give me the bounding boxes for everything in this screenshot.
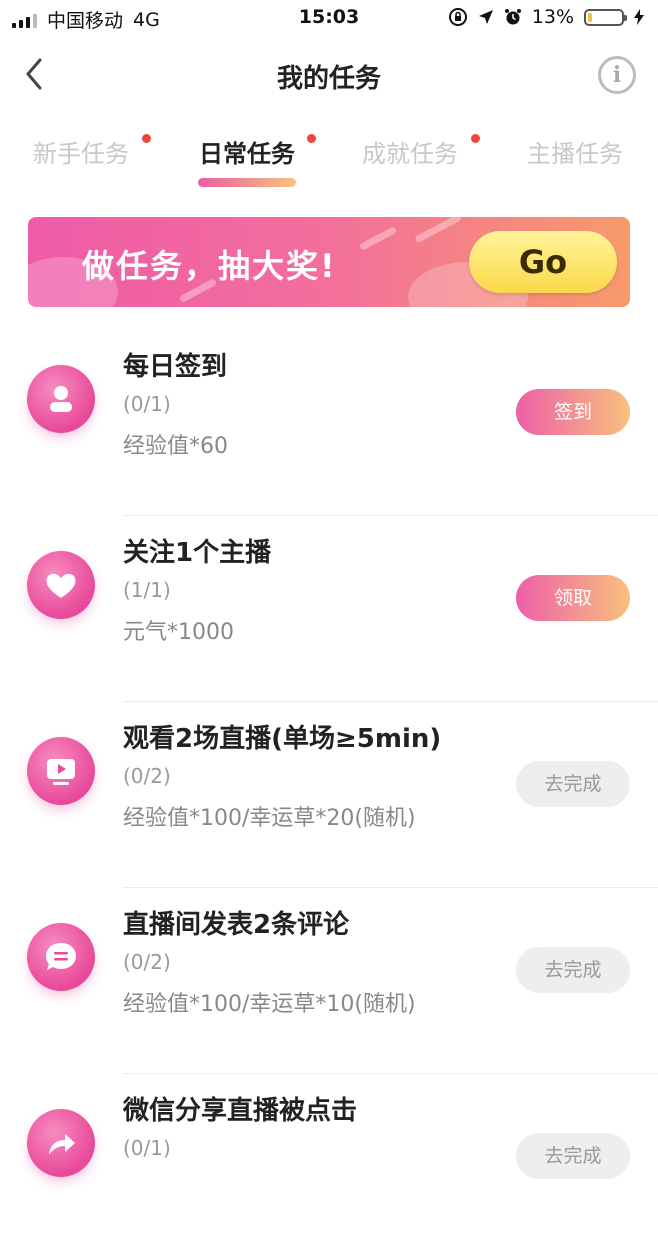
status-bar: 中国移动 4G 15:03 13% [0, 0, 658, 36]
claim-button[interactable]: 领取 [516, 575, 630, 621]
task-reward: 经验值*100/幸运草*10(随机) [123, 992, 416, 1017]
task-icon-badge [27, 737, 95, 805]
tab-novice[interactable]: 新手任务 [33, 134, 129, 169]
comment-icon [46, 943, 76, 970]
task-title: 关注1个主播 [123, 538, 272, 568]
page-title: 我的任务 [276, 64, 381, 94]
checkin-button[interactable]: 签到 [516, 389, 630, 435]
active-tab-indicator [198, 178, 296, 187]
task-icon-badge [27, 1109, 95, 1177]
tab-daily[interactable]: 日常任务 [199, 134, 295, 169]
go-complete-button[interactable]: 去完成 [516, 761, 630, 807]
tab-achievement-dot [471, 134, 480, 143]
task-progress: (1/1) [123, 578, 171, 602]
task-item: 每日签到 (0/1) 经验值*60 签到 [0, 330, 658, 516]
go-complete-button[interactable]: 去完成 [516, 1133, 630, 1179]
user-icon [50, 386, 72, 412]
task-item: 直播间发表2条评论 (0/2) 经验值*100/幸运草*10(随机) 去完成 [0, 888, 658, 1074]
task-icon-badge [27, 923, 95, 991]
tab-novice-dot [142, 134, 151, 143]
task-title: 直播间发表2条评论 [123, 910, 350, 940]
task-reward: 经验值*100/幸运草*20(随机) [123, 806, 416, 831]
rotation-lock-icon [448, 8, 467, 26]
info-button[interactable]: i [598, 56, 636, 94]
task-progress: (0/1) [123, 1136, 171, 1160]
task-item: 微信分享直播被点击 (0/1) 去完成 [0, 1074, 658, 1260]
info-icon: i [612, 62, 622, 88]
tv-play-icon [47, 759, 75, 785]
alarm-icon [504, 9, 521, 25]
heart-icon [46, 573, 76, 598]
task-reward: 元气*1000 [123, 620, 234, 645]
location-icon [478, 10, 493, 24]
task-icon-badge [27, 365, 95, 433]
go-button[interactable]: Go [469, 231, 617, 293]
tab-achievement[interactable]: 成就任务 [362, 134, 458, 169]
battery-percent: 13% [531, 6, 574, 28]
tab-anchor[interactable]: 主播任务 [527, 134, 623, 169]
task-icon-badge [27, 551, 95, 619]
task-progress: (0/2) [123, 764, 171, 788]
tab-daily-dot [307, 134, 316, 143]
status-right: 13% [448, 6, 644, 28]
lottery-banner[interactable]: 做任务，抽大奖! Go [28, 217, 630, 307]
task-item: 观看2场直播(单场≥5min) (0/2) 经验值*100/幸运草*20(随机)… [0, 702, 658, 888]
share-icon [49, 1134, 75, 1155]
battery-icon [584, 8, 627, 26]
banner-streak [358, 226, 398, 251]
banner-streak [414, 217, 462, 244]
task-item: 关注1个主播 (1/1) 元气*1000 领取 [0, 516, 658, 702]
banner-text: 做任务，抽大奖! [82, 247, 337, 285]
task-tabs: 新手任务 日常任务 成就任务 主播任务 [0, 124, 658, 194]
go-complete-button[interactable]: 去完成 [516, 947, 630, 993]
task-reward: 经验值*60 [123, 434, 228, 459]
task-progress: (0/2) [123, 950, 171, 974]
task-progress: (0/1) [123, 392, 171, 416]
charging-icon [634, 9, 644, 25]
task-title: 每日签到 [123, 352, 228, 382]
nav-bar: 我的任务 i [0, 48, 658, 104]
task-title: 观看2场直播(单场≥5min) [123, 724, 442, 754]
task-title: 微信分享直播被点击 [123, 1096, 358, 1126]
